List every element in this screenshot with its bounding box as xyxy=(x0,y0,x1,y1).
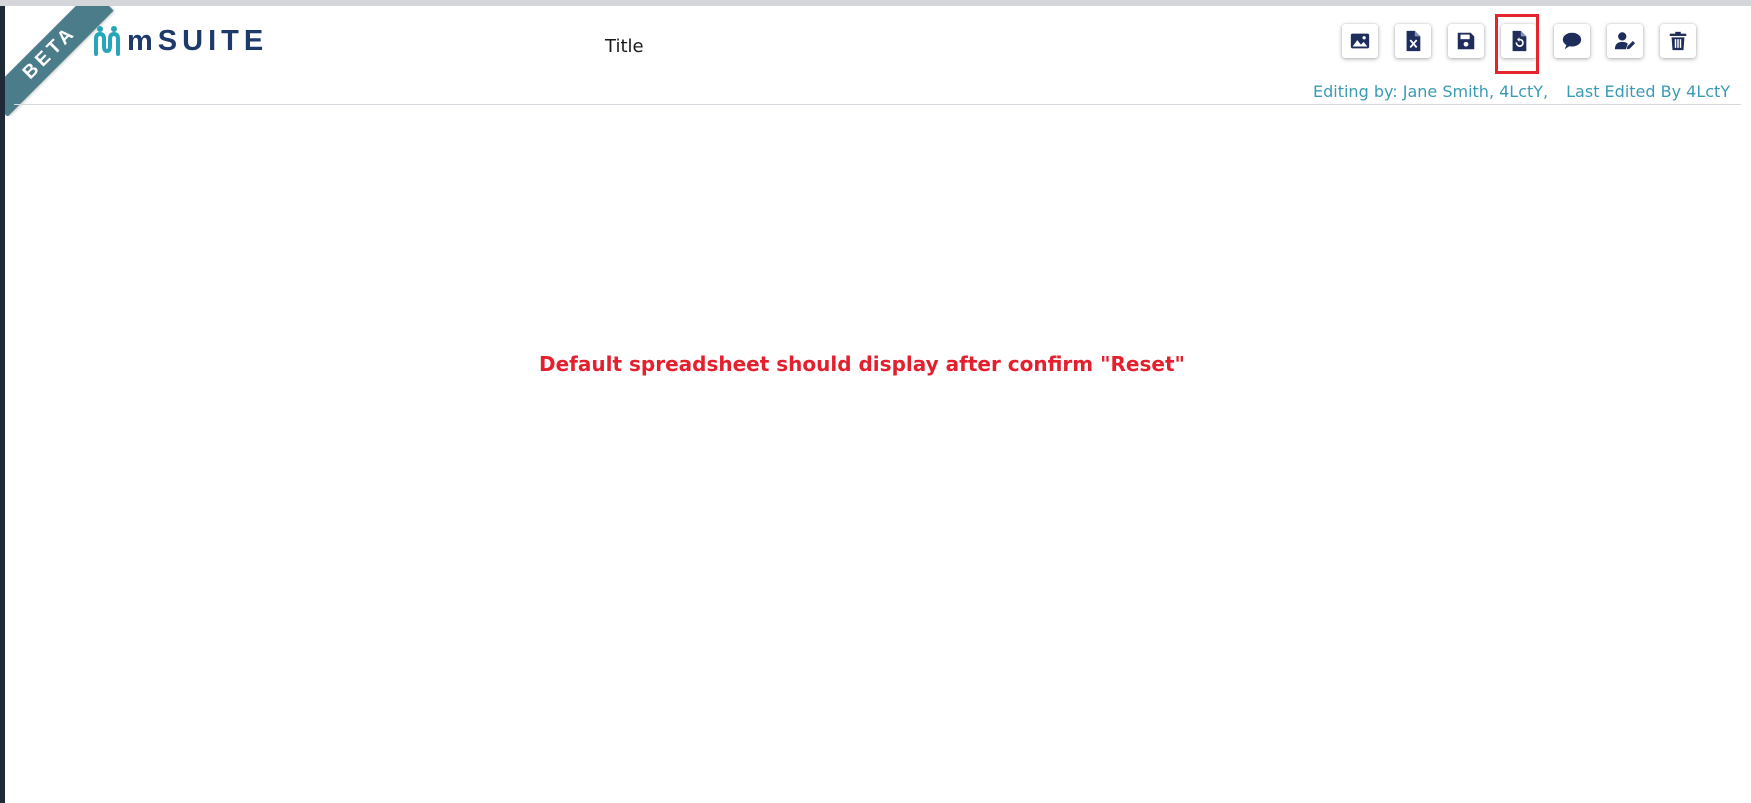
beta-ribbon: BETA xyxy=(5,6,115,116)
save-icon xyxy=(1457,32,1475,50)
save-button[interactable] xyxy=(1448,24,1484,58)
comment-icon xyxy=(1562,32,1582,50)
toolbar xyxy=(1342,14,1696,74)
export-excel-button[interactable] xyxy=(1395,24,1431,58)
reset-button[interactable] xyxy=(1495,14,1539,74)
reset-icon xyxy=(1512,30,1527,52)
page-title: Title xyxy=(605,36,644,57)
comment-button[interactable] xyxy=(1554,24,1590,58)
image-button[interactable] xyxy=(1342,24,1378,58)
trash-icon xyxy=(1669,31,1687,51)
header-divider xyxy=(14,104,1741,105)
app-logo[interactable]: mSUITE xyxy=(93,24,268,58)
beta-ribbon-label: BETA xyxy=(5,6,114,116)
last-edited-text: Last Edited By 4LctY xyxy=(1566,82,1731,101)
delete-button[interactable] xyxy=(1660,24,1696,58)
user-edit-button[interactable] xyxy=(1607,24,1643,58)
user-edit-icon xyxy=(1614,32,1636,50)
excel-file-icon xyxy=(1406,30,1421,52)
app-window: BETA mSUITE Title Editing by: Jane Smith… xyxy=(5,6,1751,803)
logo-people-icon xyxy=(94,26,120,56)
editing-by-text: Editing by: Jane Smith, 4LctY, xyxy=(1313,82,1549,101)
edit-status: Editing by: Jane Smith, 4LctY, Last Edite… xyxy=(1313,82,1730,101)
image-icon xyxy=(1350,33,1370,49)
annotation-note: Default spreadsheet should display after… xyxy=(539,352,1185,376)
logo-text: mSUITE xyxy=(127,25,269,57)
